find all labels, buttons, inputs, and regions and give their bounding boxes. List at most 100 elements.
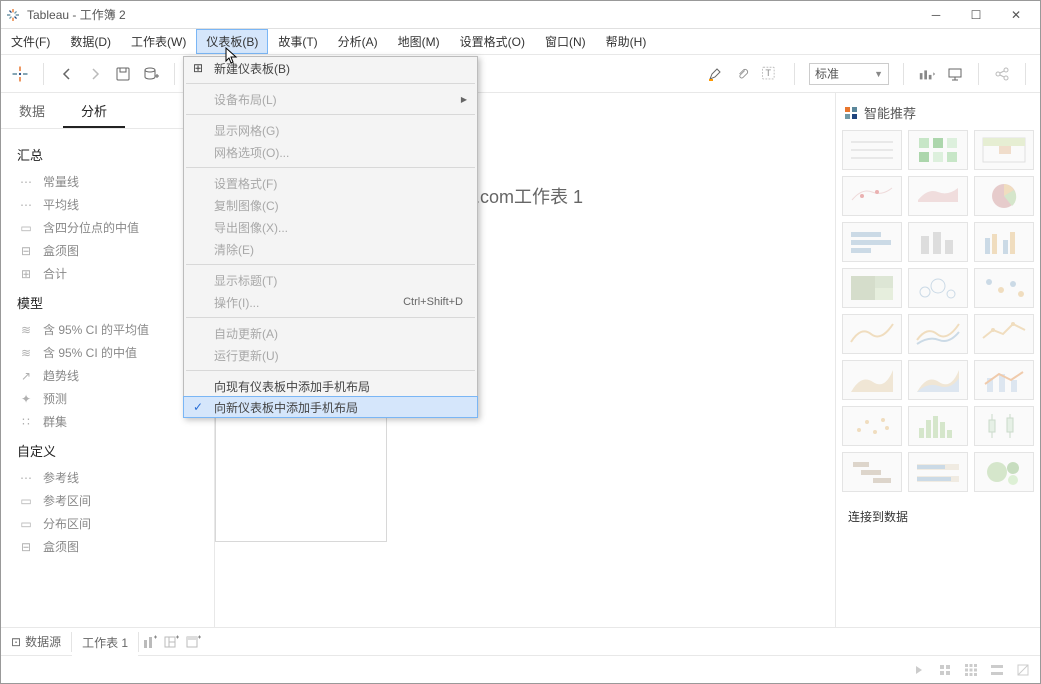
dd-add-phone-new[interactable]: ✓向新仪表板中添加手机布局 bbox=[183, 396, 478, 418]
ci-icon: ≋ bbox=[17, 346, 35, 360]
viz-symbol-map[interactable] bbox=[842, 176, 902, 216]
item-ref-band[interactable]: ▭参考区间 bbox=[17, 489, 208, 512]
tab-sheet-1[interactable]: 工作表 1 bbox=[72, 628, 138, 656]
menu-file[interactable]: 文件(F) bbox=[1, 29, 60, 54]
check-icon: ✓ bbox=[190, 400, 206, 414]
maximize-button[interactable]: ☐ bbox=[956, 2, 996, 28]
dd-export-image[interactable]: 导出图像(X)... bbox=[184, 216, 477, 238]
presentation-icon[interactable] bbox=[946, 65, 964, 83]
dd-actions[interactable]: 操作(I)...Ctrl+Shift+D bbox=[184, 291, 477, 313]
viz-boxplot[interactable] bbox=[974, 406, 1034, 446]
viz-area-cont[interactable] bbox=[842, 360, 902, 400]
tableau-icon[interactable] bbox=[11, 65, 29, 83]
viz-hbar[interactable] bbox=[842, 222, 902, 262]
viz-packed-bubble[interactable] bbox=[974, 452, 1034, 492]
dd-new-dashboard[interactable]: ⊞新建仪表板(B) bbox=[184, 57, 477, 79]
viz-text-table[interactable] bbox=[842, 130, 902, 170]
minimize-button[interactable]: ─ bbox=[916, 2, 956, 28]
item-dist-band[interactable]: ▭分布区间 bbox=[17, 512, 208, 535]
viz-grid bbox=[842, 130, 1034, 492]
close-button[interactable]: ✕ bbox=[996, 2, 1036, 28]
distband-icon: ▭ bbox=[17, 517, 35, 531]
window-title: Tableau - 工作簿 2 bbox=[27, 6, 916, 23]
viz-treemap[interactable] bbox=[842, 268, 902, 308]
dd-grid-options[interactable]: 网格选项(O)... bbox=[184, 141, 477, 163]
new-datasource-icon[interactable] bbox=[142, 65, 160, 83]
dd-device-layout[interactable]: 设备布局(L) bbox=[184, 88, 477, 110]
item-ref-line[interactable]: ⋯参考线 bbox=[17, 466, 208, 489]
menu-dashboard[interactable]: 仪表板(B) bbox=[196, 29, 268, 54]
viz-side-bar[interactable] bbox=[974, 222, 1034, 262]
highlighter-icon[interactable] bbox=[706, 65, 724, 83]
item-median-ci[interactable]: ≋含 95% CI 的中值 bbox=[17, 341, 208, 364]
viz-highlight-table[interactable] bbox=[974, 130, 1034, 170]
viz-line-disc[interactable] bbox=[908, 314, 968, 354]
sb-icon-4[interactable] bbox=[988, 661, 1006, 679]
dd-copy-image[interactable]: 复制图像(C) bbox=[184, 194, 477, 216]
viz-stacked-bar[interactable] bbox=[908, 222, 968, 262]
titlebar: Tableau - 工作簿 2 ─ ☐ ✕ bbox=[1, 1, 1040, 29]
menu-window[interactable]: 窗口(N) bbox=[535, 29, 596, 54]
boxplot-icon: ⊟ bbox=[17, 540, 35, 554]
quartile-icon: ▭ bbox=[17, 221, 35, 235]
dd-add-phone-existing[interactable]: 向现有仪表板中添加手机布局 bbox=[184, 375, 477, 397]
viz-pie[interactable] bbox=[974, 176, 1034, 216]
menu-story[interactable]: 故事(T) bbox=[268, 29, 327, 54]
ci-icon: ≋ bbox=[17, 323, 35, 337]
item-trend[interactable]: ↗趋势线 bbox=[17, 364, 208, 387]
forward-icon[interactable] bbox=[86, 65, 104, 83]
show-cards-icon[interactable] bbox=[918, 65, 936, 83]
viz-scatter[interactable] bbox=[842, 406, 902, 446]
viz-dual-line[interactable] bbox=[974, 314, 1034, 354]
menu-data[interactable]: 数据(D) bbox=[60, 29, 121, 54]
dd-auto-update[interactable]: 自动更新(A) bbox=[184, 322, 477, 344]
viz-side-circle[interactable] bbox=[974, 268, 1034, 308]
share-icon[interactable] bbox=[993, 65, 1011, 83]
new-dashboard-icon[interactable] bbox=[161, 631, 183, 653]
item-boxplot[interactable]: ⊟盒须图 bbox=[17, 239, 208, 262]
dd-show-grid[interactable]: 显示网格(G) bbox=[184, 119, 477, 141]
menu-worksheet[interactable]: 工作表(W) bbox=[121, 29, 196, 54]
item-constant-line[interactable]: ⋯常量线 bbox=[17, 170, 208, 193]
viz-circle[interactable] bbox=[908, 268, 968, 308]
menu-help[interactable]: 帮助(H) bbox=[596, 29, 657, 54]
item-forecast[interactable]: ✦预测 bbox=[17, 387, 208, 410]
viz-dual-combo[interactable] bbox=[974, 360, 1034, 400]
viz-heatmap[interactable] bbox=[908, 130, 968, 170]
viz-line-cont[interactable] bbox=[842, 314, 902, 354]
item-median-quartiles[interactable]: ▭含四分位点的中值 bbox=[17, 216, 208, 239]
item-cluster[interactable]: ∷群集 bbox=[17, 410, 208, 433]
show-me-header[interactable]: 智能推荐 bbox=[842, 99, 1034, 130]
item-total[interactable]: ⊞合计 bbox=[17, 262, 208, 285]
menu-analysis[interactable]: 分析(A) bbox=[328, 29, 388, 54]
text-label-icon[interactable]: T bbox=[762, 65, 780, 83]
item-average-line[interactable]: ⋯平均线 bbox=[17, 193, 208, 216]
sb-icon-1[interactable] bbox=[910, 661, 928, 679]
dd-show-title[interactable]: 显示标题(T) bbox=[184, 269, 477, 291]
save-icon[interactable] bbox=[114, 65, 132, 83]
statusbar bbox=[1, 655, 1040, 683]
viz-area-disc[interactable] bbox=[908, 360, 968, 400]
dd-format[interactable]: 设置格式(F) bbox=[184, 172, 477, 194]
back-icon[interactable] bbox=[58, 65, 76, 83]
viz-filled-map[interactable] bbox=[908, 176, 968, 216]
new-sheet-icon[interactable] bbox=[139, 631, 161, 653]
fit-select[interactable]: 标准▼ bbox=[809, 63, 889, 85]
sb-icon-2[interactable] bbox=[936, 661, 954, 679]
viz-histogram[interactable] bbox=[908, 406, 968, 446]
tab-data[interactable]: 数据 bbox=[1, 93, 63, 128]
attach-icon[interactable] bbox=[734, 65, 752, 83]
tab-datasource[interactable]: ⊡数据源 bbox=[1, 628, 71, 656]
dd-clear[interactable]: 清除(E) bbox=[184, 238, 477, 260]
menu-format[interactable]: 设置格式(O) bbox=[450, 29, 535, 54]
item-boxplot-2[interactable]: ⊟盒须图 bbox=[17, 535, 208, 558]
sb-icon-5[interactable] bbox=[1014, 661, 1032, 679]
viz-gantt[interactable] bbox=[842, 452, 902, 492]
new-story-icon[interactable] bbox=[183, 631, 205, 653]
menu-map[interactable]: 地图(M) bbox=[388, 29, 450, 54]
tab-analysis[interactable]: 分析 bbox=[63, 93, 125, 128]
item-avg-ci[interactable]: ≋含 95% CI 的平均值 bbox=[17, 318, 208, 341]
dd-run-update[interactable]: 运行更新(U) bbox=[184, 344, 477, 366]
viz-bullet[interactable] bbox=[908, 452, 968, 492]
sb-icon-3[interactable] bbox=[962, 661, 980, 679]
